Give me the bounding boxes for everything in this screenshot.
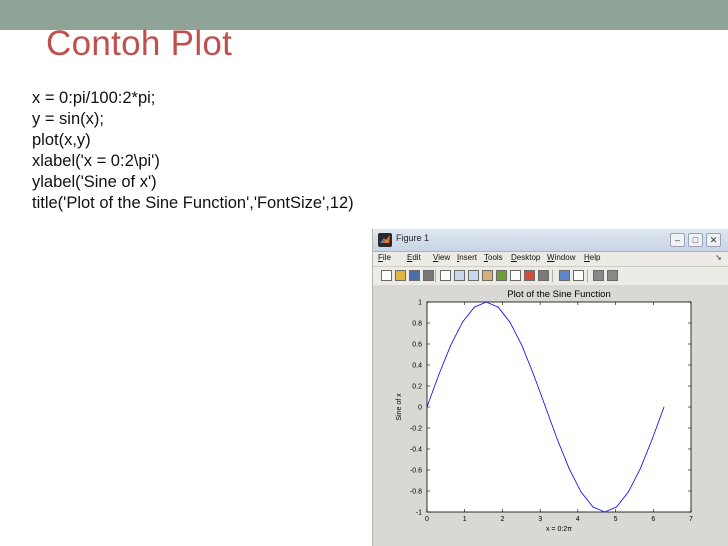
menu-file[interactable]: File bbox=[378, 253, 391, 262]
x-axis-label: x = 0:2π bbox=[546, 526, 572, 533]
hide-plot-tools-icon[interactable] bbox=[593, 270, 604, 281]
matlab-logo-icon bbox=[378, 233, 392, 247]
x-tick-label: 3 bbox=[538, 516, 542, 523]
menu-window[interactable]: Window bbox=[547, 253, 575, 262]
data-point bbox=[533, 374, 535, 375]
minimize-button[interactable]: – bbox=[670, 233, 685, 247]
data-point bbox=[556, 439, 558, 440]
data-point bbox=[663, 406, 665, 408]
y-tick-label: -0.6 bbox=[410, 468, 422, 475]
toolbar-separator bbox=[435, 270, 436, 282]
data-point bbox=[509, 321, 511, 323]
y-axis-label: Sine of x bbox=[396, 393, 403, 421]
y-tick-label: -1 bbox=[416, 510, 422, 517]
code-line: y = sin(x); bbox=[32, 110, 104, 128]
data-point bbox=[651, 439, 653, 440]
data-point bbox=[426, 406, 428, 408]
code-line: title('Plot of the Sine Function','FontS… bbox=[32, 194, 354, 212]
y-tick-label: 0.2 bbox=[412, 384, 422, 391]
data-point bbox=[485, 301, 487, 303]
menu-help[interactable]: Help bbox=[584, 253, 600, 262]
axes-box bbox=[426, 301, 692, 513]
x-tick-label: 1 bbox=[463, 516, 467, 523]
data-point bbox=[473, 306, 475, 308]
data-point bbox=[628, 491, 629, 493]
y-tick-label: -0.8 bbox=[410, 489, 422, 496]
open-file-icon[interactable] bbox=[395, 270, 406, 281]
data-cursor-icon[interactable] bbox=[510, 270, 521, 281]
colorbar-icon[interactable] bbox=[559, 270, 570, 281]
figure-title: Figure 1 bbox=[396, 233, 430, 243]
slide-title: Contoh Plot bbox=[46, 24, 233, 63]
legend-icon[interactable] bbox=[573, 270, 584, 281]
menu-edit[interactable]: Edit bbox=[407, 253, 421, 262]
rotate-icon[interactable] bbox=[496, 270, 507, 281]
y-tick-label: 0.8 bbox=[412, 321, 422, 328]
toolbar-separator bbox=[587, 270, 588, 282]
figure-toolbar bbox=[373, 266, 728, 286]
data-point bbox=[616, 506, 617, 508]
figure-window: Figure 1 – □ ✕ File Edit View Insert Too… bbox=[372, 229, 728, 546]
dock-arrow-icon[interactable]: ➘ bbox=[715, 253, 722, 262]
y-tick-label: 1 bbox=[418, 300, 422, 307]
data-point bbox=[639, 468, 641, 470]
pan-icon[interactable] bbox=[482, 270, 493, 281]
data-point bbox=[497, 306, 499, 308]
data-point bbox=[462, 321, 463, 323]
data-point bbox=[438, 374, 440, 375]
new-figure-icon[interactable] bbox=[381, 270, 392, 281]
code-line: plot(x,y) bbox=[32, 131, 91, 149]
link-icon[interactable] bbox=[538, 270, 549, 281]
data-point bbox=[450, 344, 452, 346]
save-icon[interactable] bbox=[409, 270, 420, 281]
x-tick-label: 7 bbox=[689, 516, 693, 523]
plot-area: 0 1 2 3 4 5 6 7 -1 -0.8 -0.6 -0.4 -0.2 0 0.2 0.4 0.6 0.8 1… bbox=[373, 285, 728, 546]
x-tick-label: 4 bbox=[576, 516, 580, 523]
zoom-in-icon[interactable] bbox=[454, 270, 465, 281]
menu-tools[interactable]: Tools bbox=[484, 253, 503, 262]
maximize-button[interactable]: □ bbox=[688, 233, 703, 247]
code-block: x = 0:pi/100:2*pi; y = sin(x); plot(x,y)… bbox=[32, 88, 354, 214]
close-button[interactable]: ✕ bbox=[706, 233, 721, 247]
menu-bar: File Edit View Insert Tools Desktop Wind… bbox=[373, 252, 728, 266]
code-line: xlabel('x = 0:2\pi') bbox=[32, 152, 160, 170]
x-tick-label: 0 bbox=[425, 516, 429, 523]
data-point bbox=[580, 491, 582, 493]
y-tick-label: 0 bbox=[418, 405, 422, 412]
y-tick-label: -0.2 bbox=[410, 426, 422, 433]
data-point bbox=[592, 506, 594, 508]
data-point bbox=[568, 468, 570, 470]
print-icon[interactable] bbox=[423, 270, 434, 281]
menu-desktop[interactable]: Desktop bbox=[511, 253, 540, 262]
code-line: x = 0:pi/100:2*pi; bbox=[32, 89, 156, 107]
toolbar-separator bbox=[552, 270, 553, 282]
x-tick-label: 6 bbox=[651, 516, 655, 523]
y-tick-label: 0.4 bbox=[412, 363, 422, 370]
data-point bbox=[545, 406, 546, 408]
figure-title-bar[interactable]: Figure 1 – □ ✕ bbox=[373, 229, 728, 252]
menu-insert[interactable]: Insert bbox=[457, 253, 477, 262]
data-point bbox=[604, 511, 606, 513]
y-tick-label: 0.6 bbox=[412, 342, 422, 349]
data-point bbox=[521, 344, 523, 346]
brush-icon[interactable] bbox=[524, 270, 535, 281]
menu-view[interactable]: View bbox=[433, 253, 450, 262]
x-tick-label: 2 bbox=[500, 516, 504, 523]
chart-title: Plot of the Sine Function bbox=[507, 289, 611, 300]
zoom-out-icon[interactable] bbox=[468, 270, 479, 281]
x-tick-label: 5 bbox=[614, 516, 618, 523]
code-line: ylabel('Sine of x') bbox=[32, 173, 157, 191]
show-plot-tools-icon[interactable] bbox=[607, 270, 618, 281]
pointer-icon[interactable] bbox=[440, 270, 451, 281]
y-tick-label: -0.4 bbox=[410, 447, 422, 454]
